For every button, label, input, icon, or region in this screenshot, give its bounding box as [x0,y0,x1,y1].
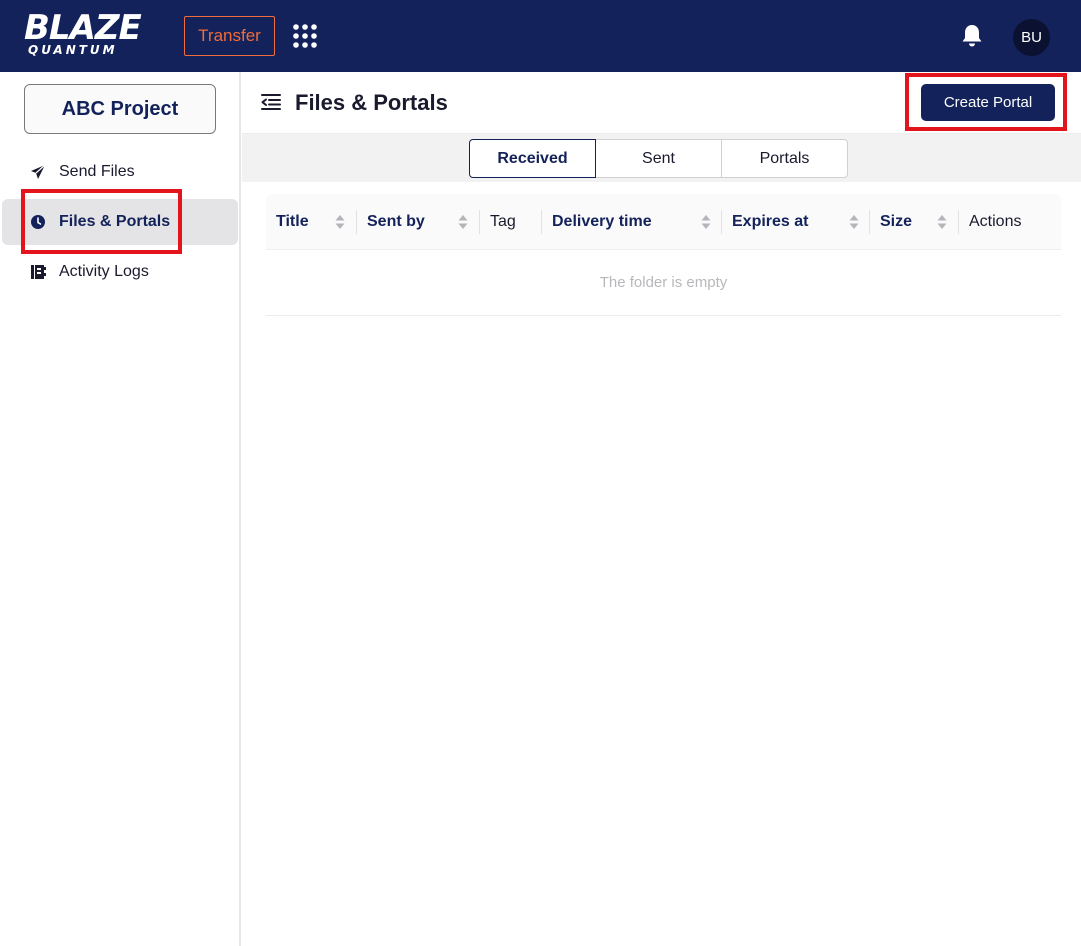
sort-icon[interactable] [335,214,345,230]
sidebar-item-send-files[interactable]: Send Files [2,149,238,195]
top-bar: BLAZE QUANTUM Transfer BU [0,0,1081,72]
sidebar-item-label: Activity Logs [59,263,149,280]
menu-collapse-icon[interactable] [260,92,282,112]
column-divider [541,210,542,234]
sort-icon[interactable] [701,214,711,230]
clock-icon [30,214,46,230]
column-header-label: Tag [490,213,516,230]
blaze-quantum-logo[interactable]: BLAZE QUANTUM [24,10,164,60]
column-divider [479,210,480,234]
logo-text-blaze: BLAZE [24,8,142,48]
logo-text-quantum: QUANTUM [28,43,118,57]
tabs-bar: Received Sent Portals [242,134,1081,182]
column-header-label: Delivery time [552,213,652,230]
column-divider [356,210,357,234]
files-table: Title Sent by Tag Delivery time Expires … [266,194,1061,316]
tab-group: Received Sent Portals [469,139,852,178]
column-header-expires-at[interactable]: Expires at [732,194,808,250]
column-header-delivery-time[interactable]: Delivery time [552,194,652,250]
column-header-title[interactable]: Title [276,194,309,250]
column-divider [869,210,870,234]
column-header-label: Expires at [732,213,809,230]
transfer-app-button[interactable]: Transfer [184,16,275,56]
bell-icon[interactable] [960,23,984,49]
column-header-size[interactable]: Size [880,194,912,250]
column-header-label: Title [276,213,309,230]
sort-icon[interactable] [458,214,468,230]
column-header-actions: Actions [969,194,1021,250]
sidebar-item-label: Files & Portals [59,213,171,230]
user-avatar[interactable]: BU [1013,19,1050,56]
sidebar-item-label: Send Files [59,163,135,180]
column-header-tag: Tag [490,194,516,250]
project-selector-button[interactable]: ABC Project [24,84,216,134]
table-header: Title Sent by Tag Delivery time Expires … [266,194,1061,250]
tab-received[interactable]: Received [469,139,596,178]
empty-state-message: The folder is empty [266,250,1061,316]
column-header-label: Sent by [367,213,425,230]
paper-plane-icon [30,164,46,180]
column-header-label: Size [880,213,913,230]
tab-sent[interactable]: Sent [595,139,722,178]
main-header: Files & Portals Create Portal [242,72,1081,134]
sidebar-item-activity-logs[interactable]: Activity Logs [2,249,238,295]
tab-portals[interactable]: Portals [721,139,848,178]
column-divider [721,210,722,234]
sidebar-item-files-portals[interactable]: Files & Portals [2,199,238,245]
page-title: Files & Portals [295,90,448,115]
column-header-sent-by[interactable]: Sent by [367,194,425,250]
sort-icon[interactable] [849,214,859,230]
sort-icon[interactable] [937,214,947,230]
column-divider [958,210,959,234]
sidebar: ABC Project Send Files Files & Portals A… [0,72,241,946]
log-book-icon [30,264,46,280]
create-portal-button[interactable]: Create Portal [921,84,1055,121]
column-header-label: Actions [969,213,1022,230]
grid-dots-icon[interactable] [292,24,318,48]
